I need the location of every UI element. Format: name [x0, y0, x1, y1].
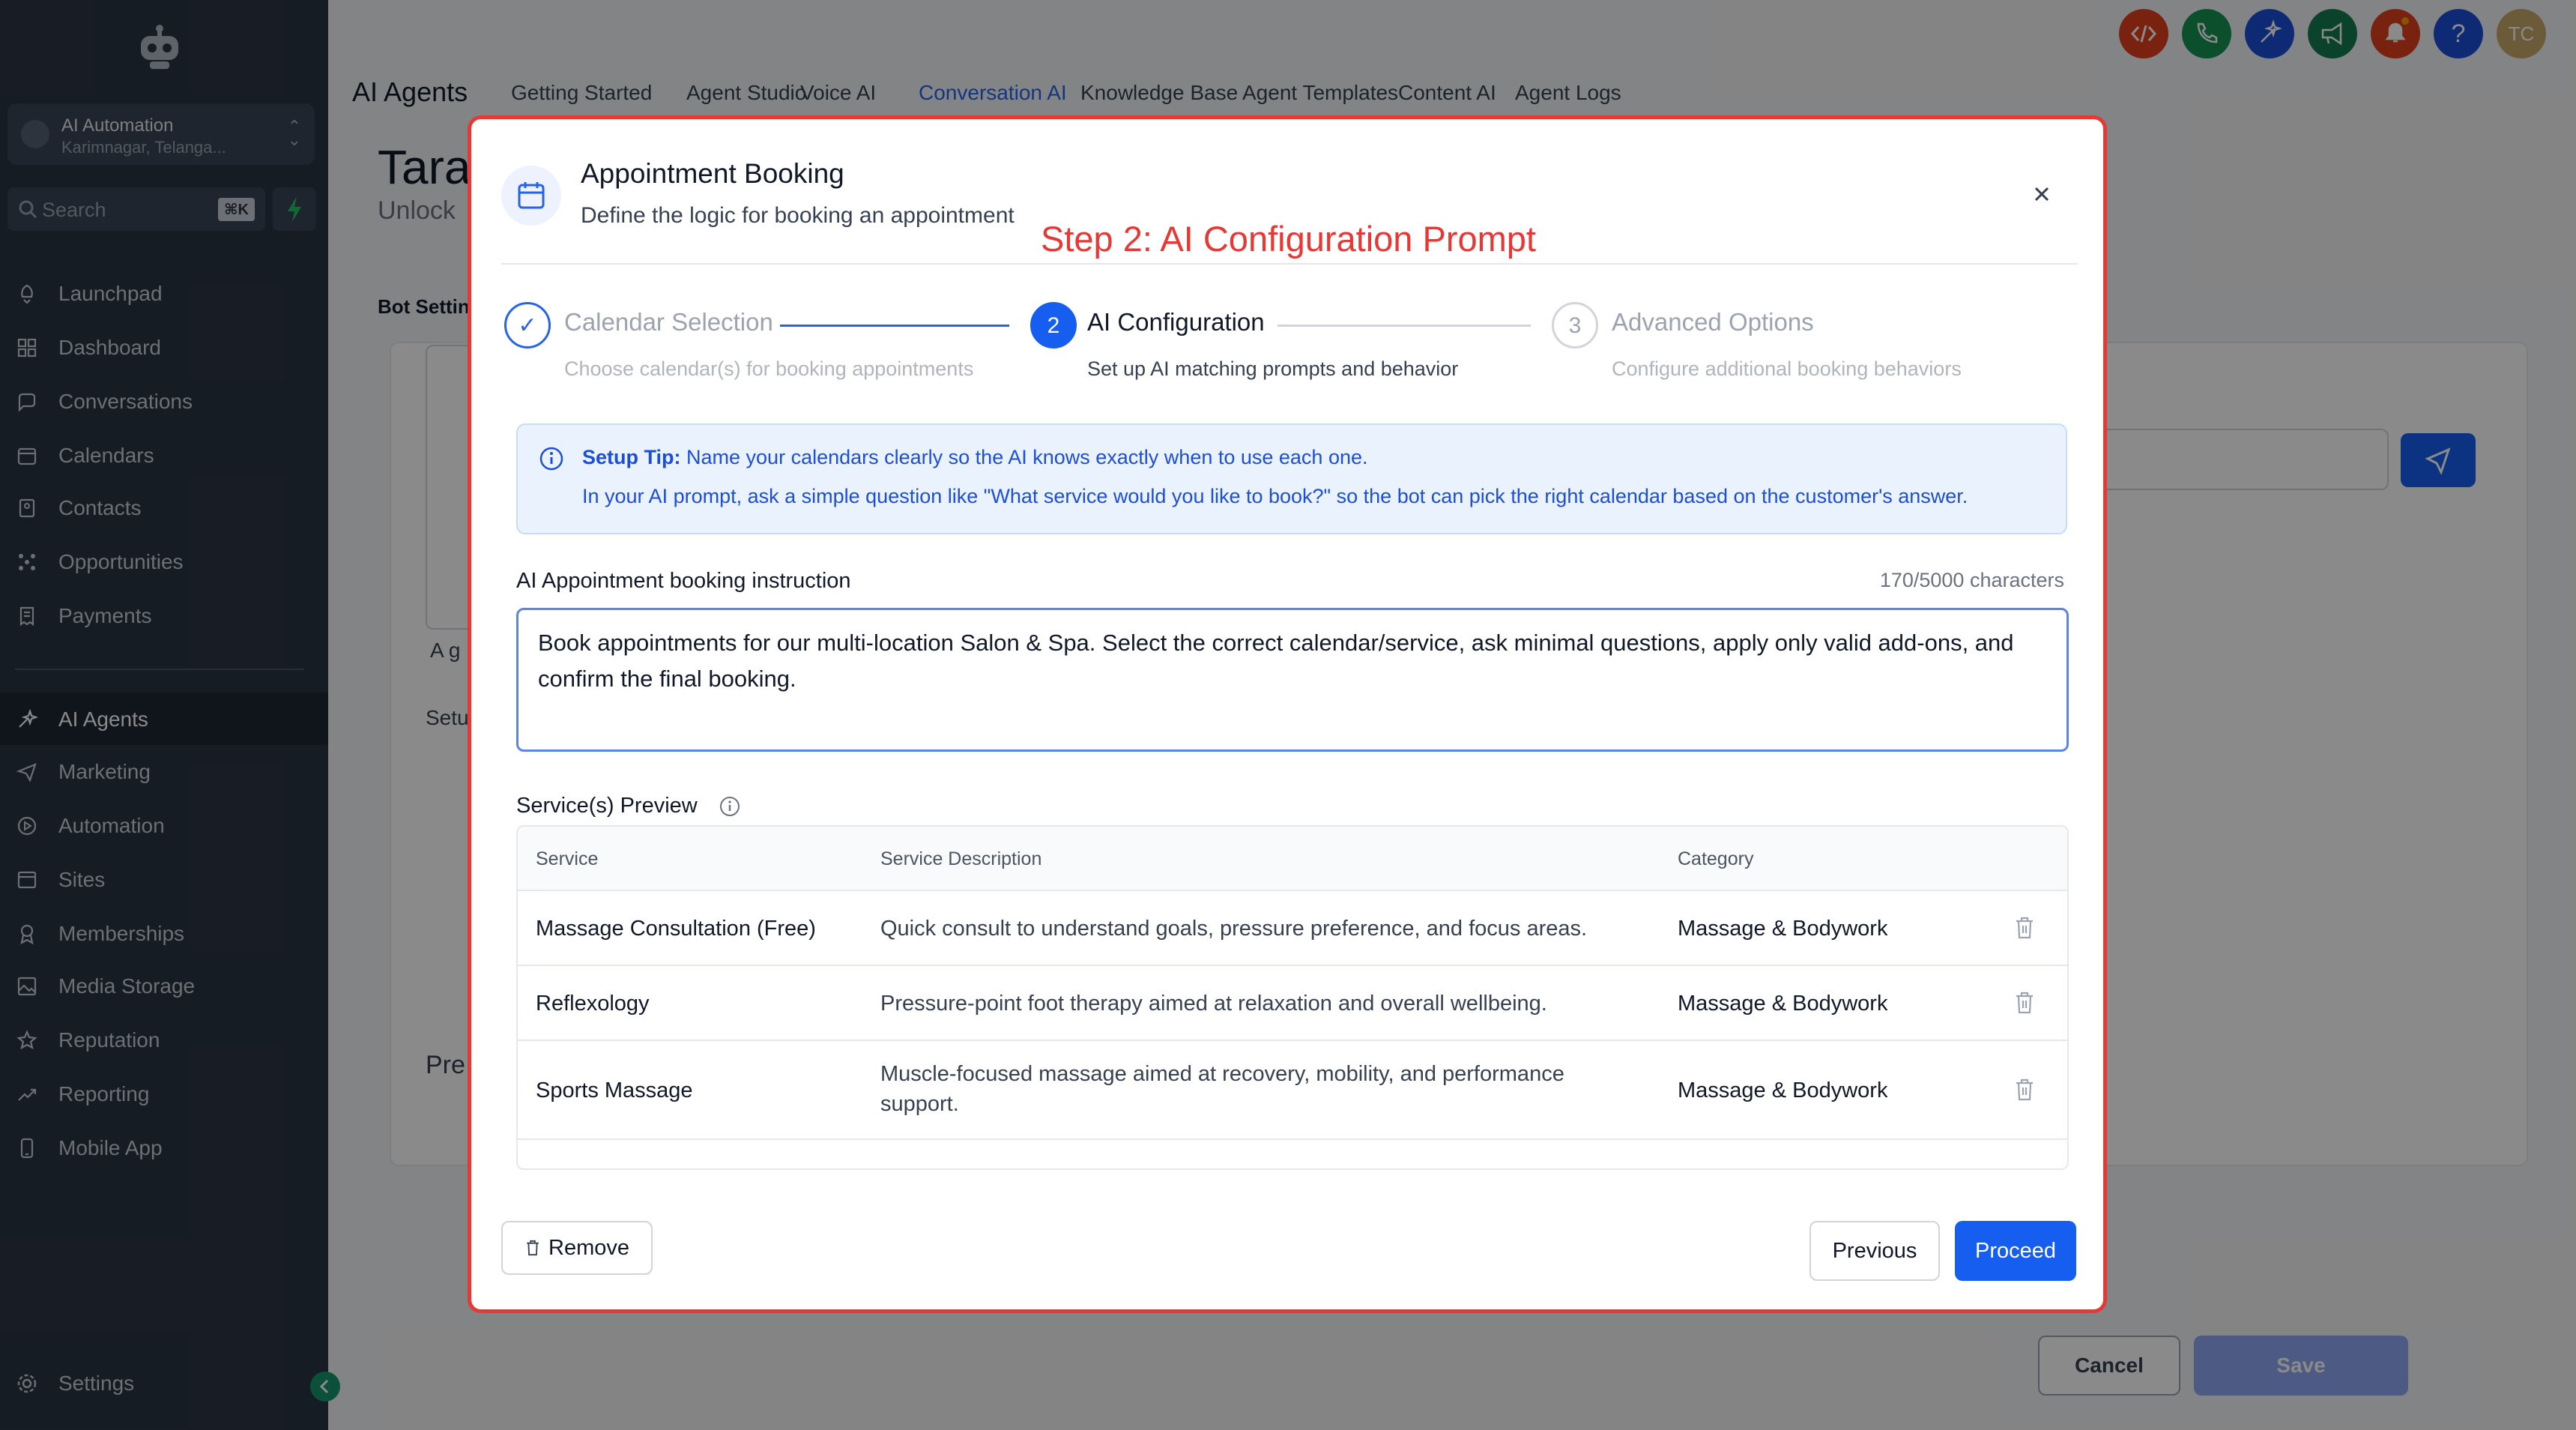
tip-line-2: In your AI prompt, ask a simple question…: [582, 485, 1968, 507]
modal-icon: [501, 166, 561, 226]
remove-button[interactable]: Remove: [501, 1221, 653, 1275]
step-2-title: AI Configuration: [1087, 308, 1265, 336]
services-table: Service Service Description Category Mas…: [516, 825, 2069, 1170]
step-annotation: Step 2: AI Configuration Prompt: [1041, 219, 1536, 259]
table-row: Massage Consultation (Free) Quick consul…: [518, 891, 2067, 966]
step-1-check-icon: ✓: [504, 302, 551, 349]
column-header-category: Category: [1678, 848, 1754, 869]
instruction-label: AI Appointment booking instruction: [516, 569, 851, 593]
remove-label: Remove: [548, 1235, 629, 1260]
trash-icon[interactable]: [2013, 990, 2036, 1016]
service-name: Massage Consultation (Free): [536, 917, 816, 941]
step-connector-2: [1278, 325, 1531, 327]
services-preview-label: Service(s) Preview: [516, 794, 698, 818]
calendar-icon: [518, 182, 545, 209]
table-row: Reflexology Pressure-point foot therapy …: [518, 966, 2067, 1041]
setup-tip-banner: Setup Tip: Name your calendars clearly s…: [516, 423, 2067, 534]
step-3-desc: Configure additional booking behaviors: [1612, 358, 1962, 380]
tip-title: Setup Tip:: [582, 446, 681, 468]
modal-title: Appointment Booking: [581, 158, 844, 189]
previous-button[interactable]: Previous: [1809, 1221, 1940, 1281]
service-name: Reflexology: [536, 992, 650, 1016]
column-header-description: Service Description: [880, 848, 1042, 869]
step-1-desc: Choose calendar(s) for booking appointme…: [564, 358, 974, 380]
table-row: Sports Massage Muscle-focused massage ai…: [518, 1041, 2067, 1140]
tip-text-1: Name your calendars clearly so the AI kn…: [686, 446, 1368, 468]
step-connector-1: [780, 325, 1009, 327]
info-icon: [539, 447, 563, 471]
service-category: Massage & Bodywork: [1678, 992, 1888, 1016]
trash-icon[interactable]: [2013, 915, 2036, 941]
step-2-number: 2: [1030, 302, 1077, 349]
tip-line-1: Setup Tip: Name your calendars clearly s…: [582, 446, 1368, 469]
column-header-service: Service: [536, 848, 599, 869]
step-3-number: 3: [1552, 302, 1598, 349]
character-count: 170/5000 characters: [1879, 569, 2064, 591]
step-1-title: Calendar Selection: [564, 308, 773, 336]
proceed-button[interactable]: Proceed: [1955, 1221, 2076, 1281]
service-category: Massage & Bodywork: [1678, 917, 1888, 941]
service-description: Quick consult to understand goals, press…: [880, 917, 1588, 941]
step-2-desc: Set up AI matching prompts and behavior: [1087, 358, 1459, 380]
trash-icon: [527, 1240, 539, 1255]
service-description: Pressure-point foot therapy aimed at rel…: [880, 992, 1547, 1016]
step-3-title: Advanced Options: [1612, 308, 1814, 336]
service-description: Muscle-focused massage aimed at recovery…: [880, 1062, 1564, 1116]
trash-icon[interactable]: [2013, 1077, 2036, 1102]
info-icon[interactable]: [719, 795, 741, 818]
close-icon[interactable]: [2024, 176, 2060, 212]
table-scroll-fade: [518, 1140, 2067, 1168]
service-category: Massage & Bodywork: [1678, 1078, 1888, 1102]
table-header: Service Service Description Category: [518, 827, 2067, 891]
booking-instruction-textarea[interactable]: Book appointments for our multi-location…: [516, 608, 2069, 752]
modal-header-divider: [501, 263, 2078, 265]
service-name: Sports Massage: [536, 1078, 693, 1102]
appointment-booking-modal: Appointment Booking Define the logic for…: [468, 115, 2107, 1313]
modal-description: Define the logic for booking an appointm…: [581, 203, 1015, 228]
